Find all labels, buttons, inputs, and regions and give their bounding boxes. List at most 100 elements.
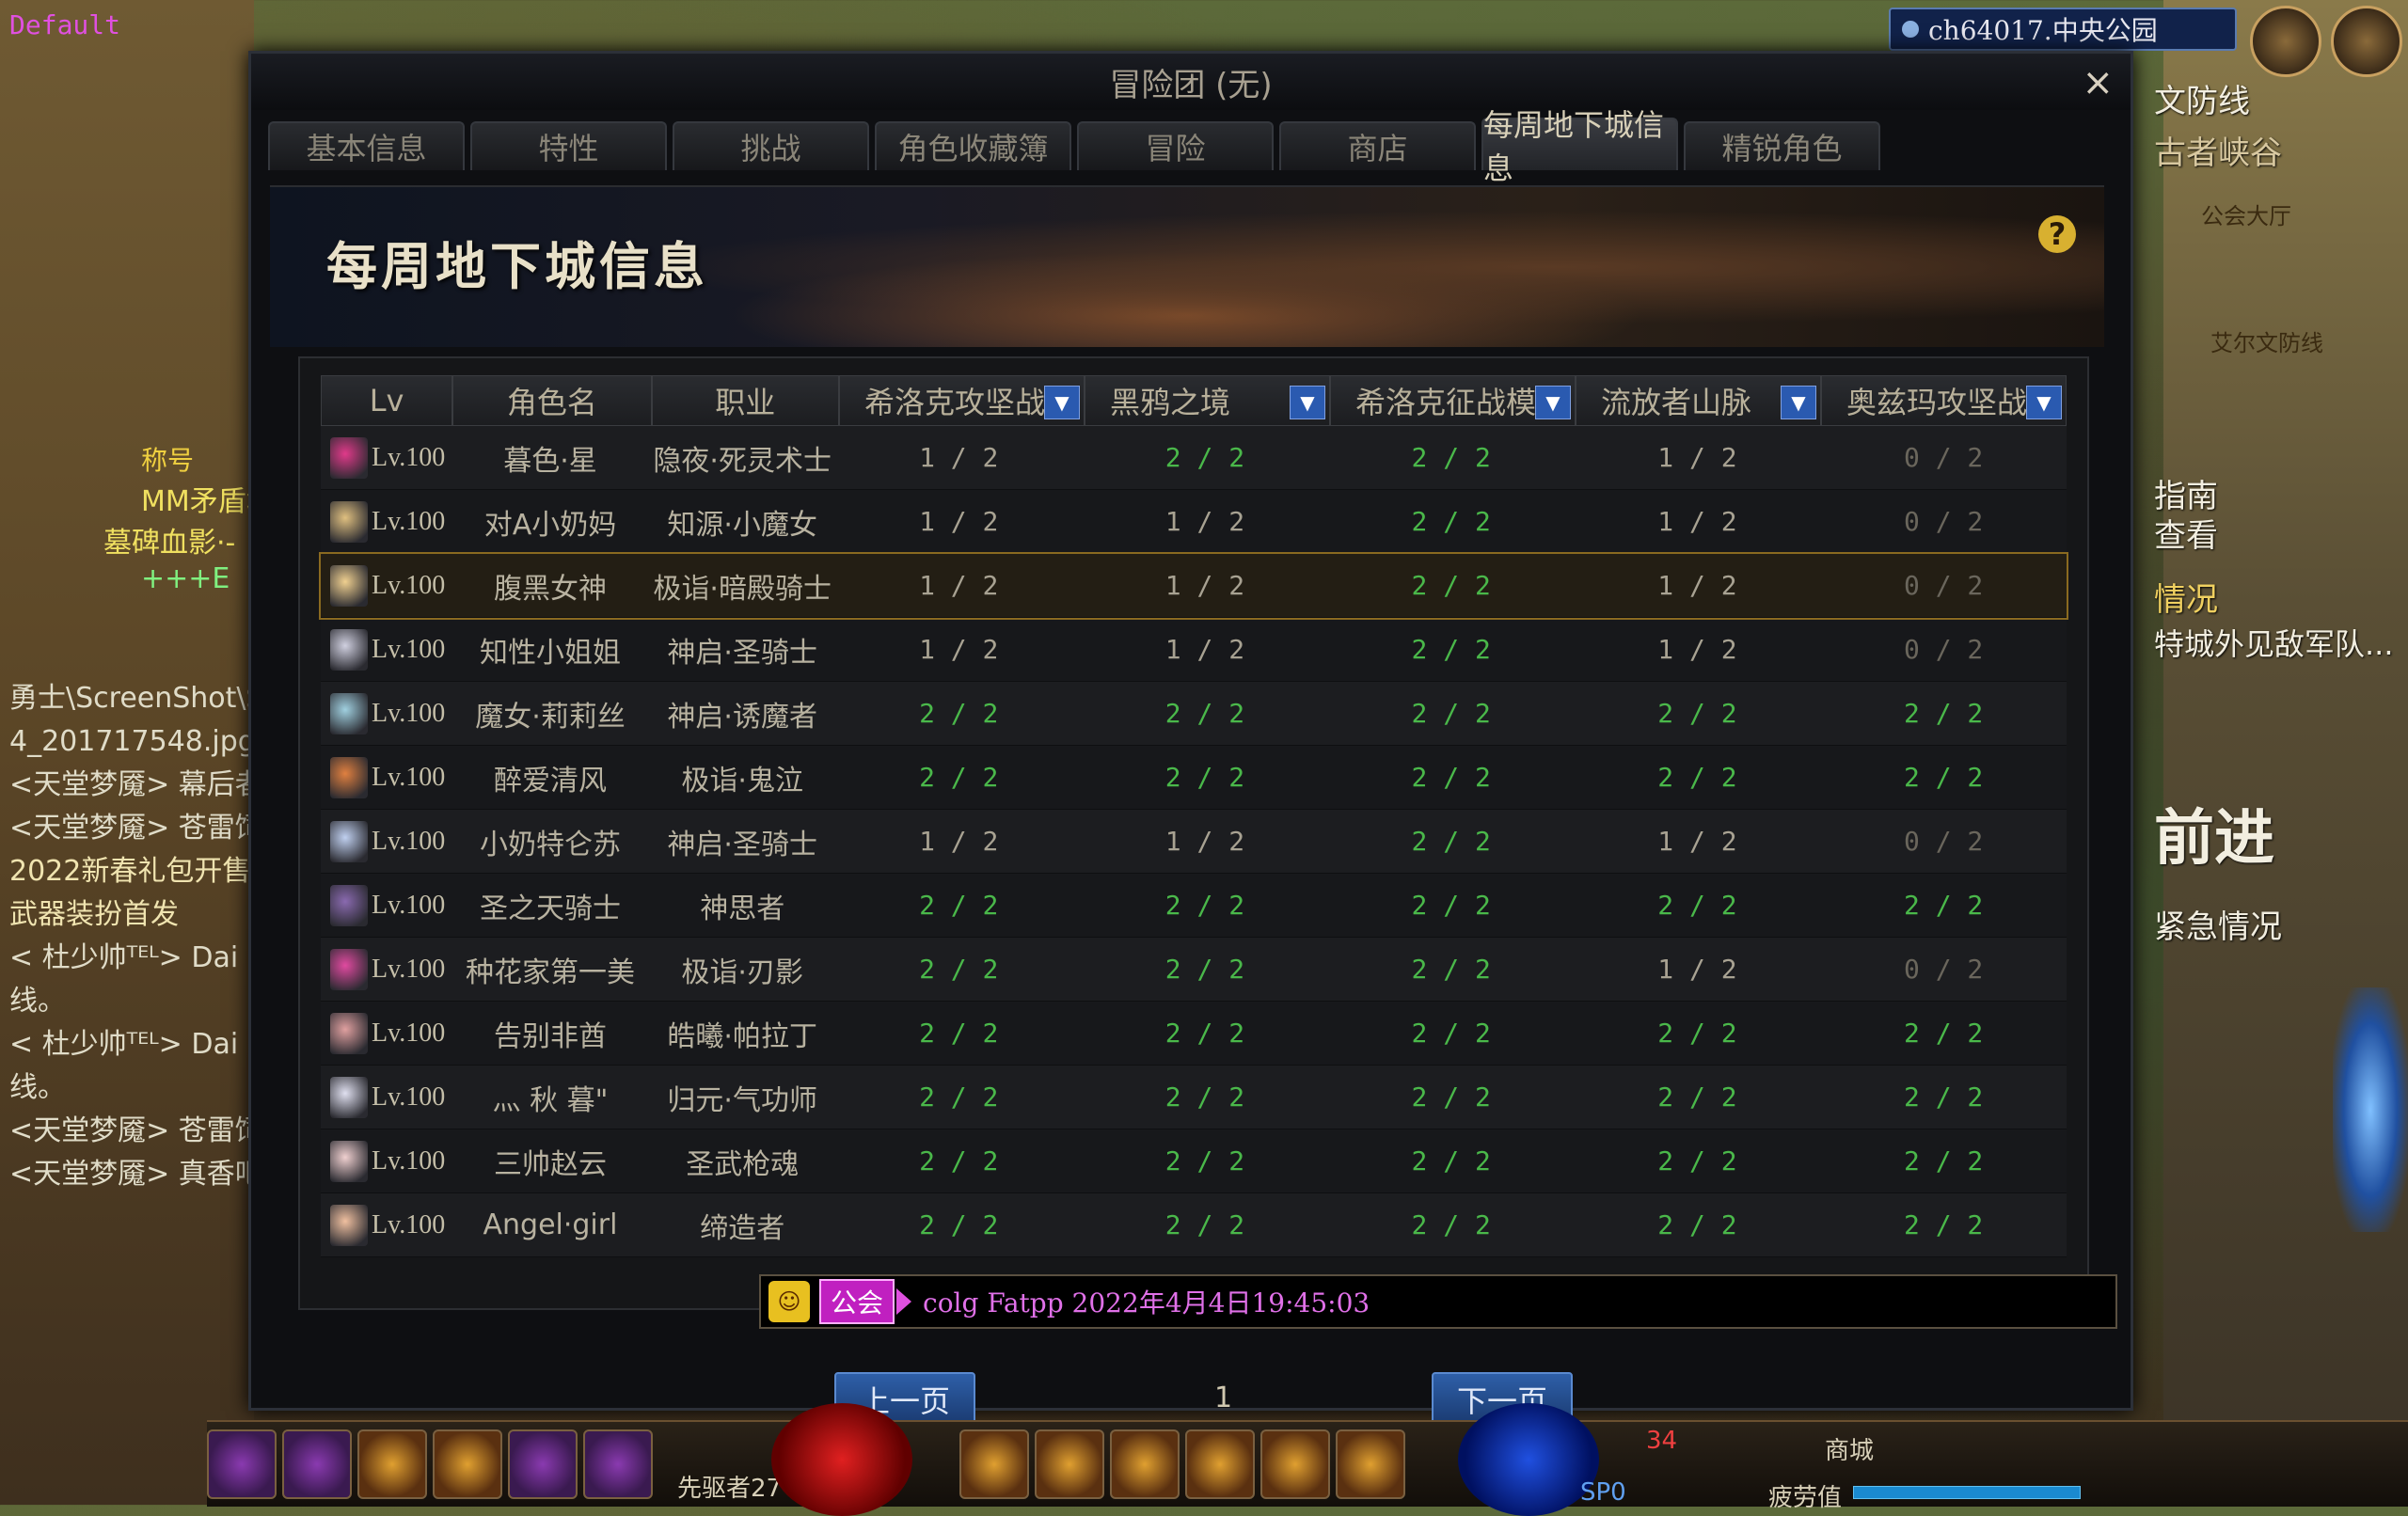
table-row[interactable]: Lv.100 魔女·莉莉丝 神启·诱魔者 2 / 2 2 / 2 2 / 2 2 / 2 2 … <box>321 682 2067 746</box>
chat-line: < 杜少帅ᵀᴱᴸ> Dai <box>9 941 239 974</box>
table-header: Lv 角色名 职业 希洛克攻坚战 ▼ 黑鸦之境 ▼ 希洛克征战模式 ▼ 流放者山… <box>321 375 2067 426</box>
table-row[interactable]: Lv.100 小奶特仑苏 神启·圣骑士 1 / 2 1 / 2 2 / 2 1 / 2 0 /… <box>321 810 2067 874</box>
level-text: Lv.100 <box>372 570 446 600</box>
quest-label[interactable]: 特城外见敌军队... <box>2154 621 2394 664</box>
table-row[interactable]: Lv.100 告别非酋 皓曦·帕拉丁 2 / 2 2 / 2 2 / 2 2 / 2 2 / … <box>321 1002 2067 1066</box>
cell-character-name: 腹黑女神 <box>493 572 607 606</box>
skill-slot[interactable] <box>207 1429 277 1499</box>
header-dungeon[interactable]: 流放者山脉 ▼ <box>1575 375 1821 426</box>
quest-label[interactable]: 情况 <box>2154 574 2218 620</box>
skill-slot[interactable] <box>1110 1429 1180 1499</box>
cell-dungeon-progress: 0 / 2 <box>1904 826 1984 857</box>
menu-orb-button[interactable] <box>2250 6 2321 77</box>
cell-dungeon-progress: 1 / 2 <box>1164 826 1245 857</box>
header-dungeon[interactable]: 希洛克攻坚战 ▼ <box>838 375 1085 426</box>
header-dungeon[interactable]: 奥兹玛攻坚战 ▼ <box>1820 375 2067 426</box>
cell-level: Lv.100 <box>321 1129 452 1192</box>
tab-character-collection[interactable]: 角色收藏簿 <box>875 121 1071 170</box>
skill-slot[interactable] <box>508 1429 578 1499</box>
cell-job: 归元·气功师 <box>667 1083 817 1117</box>
guild-chat-overlay: ☺ 公会 colg Fatpp 2022年4月4日19:45:03 <box>759 1274 2117 1329</box>
table-row[interactable]: Lv.100 三帅赵云 圣武枪魂 2 / 2 2 / 2 2 / 2 2 / 2 2 / 2 <box>321 1129 2067 1193</box>
tab-weekly-dungeon[interactable]: 每周地下城信息 <box>1481 107 1678 186</box>
header-lv[interactable]: Lv <box>321 375 453 426</box>
map-label: 古者峡谷 <box>2154 134 2282 172</box>
cell-dungeon-progress: 0 / 2 <box>1904 570 1984 601</box>
level-text: Lv.100 <box>372 954 446 984</box>
table-row[interactable]: Lv.100 知性小姐姐 神启·圣骑士 1 / 2 1 / 2 2 / 2 1 / 2 0 /… <box>321 618 2067 682</box>
dungeon-table-panel: Lv 角色名 职业 希洛克攻坚战 ▼ 黑鸦之境 ▼ 希洛克征战模式 ▼ 流放者山… <box>298 356 2089 1310</box>
map-label: 文防线 <box>2154 83 2250 120</box>
map-label[interactable]: 艾尔文防线 <box>2210 324 2323 357</box>
skill-slot[interactable] <box>1035 1429 1104 1499</box>
header-job[interactable]: 职业 <box>651 375 839 426</box>
advance-label[interactable]: 前进 <box>2154 790 2274 876</box>
chat-line: < 杜少帅ᵀᴱᴸ> Dai <box>9 1028 239 1061</box>
cell-dungeon-progress: 2 / 2 <box>1164 1145 1245 1176</box>
chat-emote-icon[interactable]: ☺ <box>768 1281 810 1322</box>
dropdown-arrow-icon[interactable]: ▼ <box>1043 386 1080 419</box>
cell-dungeon-progress: 2 / 2 <box>1411 570 1491 601</box>
skill-slot[interactable] <box>959 1429 1029 1499</box>
table-row[interactable]: Lv.100 暮色·星 隐夜·死灵术士 1 / 2 2 / 2 2 / 2 1 / 2 0 /… <box>321 426 2067 490</box>
table-row[interactable]: Lv.100 圣之天骑士 神思者 2 / 2 2 / 2 2 / 2 2 / 2 2 / 2 <box>321 874 2067 938</box>
close-icon[interactable]: × <box>2082 61 2114 104</box>
cell-job: 极诣·鬼泣 <box>681 764 803 797</box>
compass-orb-button[interactable] <box>2331 6 2402 77</box>
header-name[interactable]: 角色名 <box>452 375 652 426</box>
cell-job: 神思者 <box>700 892 785 925</box>
table-row[interactable]: Lv.100 腹黑女神 极诣·暗殿骑士 1 / 2 1 / 2 2 / 2 1 / 2 0 /… <box>319 552 2068 620</box>
dropdown-arrow-icon[interactable]: ▼ <box>1534 386 1571 419</box>
table-row[interactable]: Lv.100 种花家第一美 极诣·刃影 2 / 2 2 / 2 2 / 2 1 / 2 0 /… <box>321 938 2067 1002</box>
cell-dungeon-progress: 2 / 2 <box>1164 762 1245 793</box>
skill-slot[interactable] <box>1336 1429 1405 1499</box>
chat-line: 线。 <box>9 985 66 1018</box>
skill-slot[interactable] <box>433 1429 502 1499</box>
quest-label[interactable]: 查看 <box>2154 510 2218 556</box>
header-dungeon-label: 奥兹玛攻坚战 <box>1846 385 2027 420</box>
cell-dungeon-progress: 1 / 2 <box>1657 954 1737 985</box>
skill-slot[interactable] <box>1260 1429 1330 1499</box>
cell-dungeon-progress: 2 / 2 <box>1164 890 1245 921</box>
window-titlebar[interactable]: 冒险团 (无) × <box>251 54 2131 110</box>
cell-dungeon-progress: 0 / 2 <box>1904 442 1984 473</box>
table-row[interactable]: Lv.100 Angel·girl 缔造者 2 / 2 2 / 2 2 / 2 2 / 2 2… <box>321 1193 2067 1257</box>
table-row[interactable]: Lv.100 对A小奶妈 知源·小魔女 1 / 2 1 / 2 2 / 2 1 / 2 0 /… <box>321 490 2067 554</box>
tab-elite-characters[interactable]: 精锐角色 <box>1684 121 1880 170</box>
header-dungeon-label: 流放者山脉 <box>1600 385 1751 420</box>
tab-challenge[interactable]: 挑战 <box>673 121 869 170</box>
level-text: Lv.100 <box>372 1209 446 1240</box>
level-text: Lv.100 <box>372 762 446 792</box>
cell-job: 神启·诱魔者 <box>667 700 817 734</box>
character-avatar-icon <box>330 436 368 479</box>
skill-slot[interactable] <box>1185 1429 1255 1499</box>
header-dungeon[interactable]: 希洛克征战模式 ▼ <box>1329 375 1576 426</box>
tab-basic-info[interactable]: 基本信息 <box>268 121 465 170</box>
cell-level: Lv.100 <box>321 874 452 937</box>
skill-slot[interactable] <box>357 1429 427 1499</box>
level-text: Lv.100 <box>372 634 446 664</box>
header-dungeon[interactable]: 黑鸦之境 ▼ <box>1084 375 1330 426</box>
dropdown-arrow-icon[interactable]: ▼ <box>1289 386 1325 419</box>
cell-dungeon-progress: 1 / 2 <box>1657 634 1737 665</box>
channel-indicator[interactable]: ch64017.中央公园 <box>1889 8 2237 51</box>
level-text: Lv.100 <box>372 698 446 728</box>
skill-slot[interactable] <box>282 1429 352 1499</box>
shop-label[interactable]: 商城 <box>1825 1431 1874 1466</box>
cell-dungeon-progress: 2 / 2 <box>1657 890 1737 921</box>
tab-shop[interactable]: 商店 <box>1279 121 1476 170</box>
cell-dungeon-progress: 2 / 2 <box>1904 1082 1984 1113</box>
skill-slot[interactable] <box>583 1429 653 1499</box>
dropdown-arrow-icon[interactable]: ▼ <box>2025 386 2062 419</box>
profile-label: Default <box>9 9 121 40</box>
help-icon[interactable]: ? <box>2038 215 2076 253</box>
map-label[interactable]: 公会大厅 <box>2201 197 2291 230</box>
character-avatar-icon <box>330 1012 368 1054</box>
hp-orb <box>771 1403 912 1516</box>
emergency-label[interactable]: 紧急情况 <box>2154 901 2282 947</box>
dropdown-arrow-icon[interactable]: ▼ <box>1780 386 1816 419</box>
tab-adventure[interactable]: 冒险 <box>1077 121 1274 170</box>
tab-traits[interactable]: 特性 <box>470 121 667 170</box>
table-row[interactable]: Lv.100 醉爱清风 极诣·鬼泣 2 / 2 2 / 2 2 / 2 2 / 2 2 / 2 <box>321 746 2067 810</box>
table-row[interactable]: Lv.100 灬 秋 暮" 归元·气功师 2 / 2 2 / 2 2 / 2 2 / 2 2 … <box>321 1066 2067 1129</box>
